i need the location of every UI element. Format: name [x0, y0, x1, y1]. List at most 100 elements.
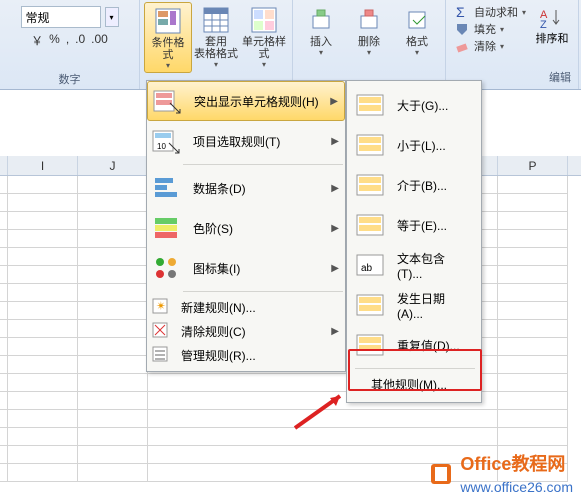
manage-rules-item[interactable]: 管理规则(R)...: [147, 343, 345, 367]
clear-rules-item[interactable]: 清除规则(C) ▶: [147, 319, 345, 343]
column-header-i[interactable]: I: [8, 156, 78, 175]
date-occurring-label: 发生日期(A)...: [397, 290, 461, 321]
number-format-combo[interactable]: 常规: [21, 6, 101, 28]
format-button[interactable]: 格式 ▾: [393, 2, 441, 59]
column-header-p[interactable]: P: [498, 156, 568, 175]
equal-to-label: 等于(E)...: [397, 217, 447, 234]
watermark: Office教程网 www.office26.com: [428, 450, 573, 497]
text-contains-item[interactable]: ab 文本包含(T)...: [351, 245, 477, 285]
conditional-formatting-icon: [152, 5, 184, 37]
svg-text:Σ: Σ: [456, 4, 465, 20]
submenu-arrow-icon: ▶: [331, 183, 339, 194]
format-as-table-label: 套用 表格格式: [194, 36, 238, 60]
format-label: 格式: [406, 36, 428, 48]
text-contains-icon: ab: [355, 249, 387, 281]
between-item[interactable]: 介于(B)...: [351, 165, 477, 205]
between-label: 介于(B)...: [397, 177, 447, 194]
chevron-down-icon: ▾: [367, 48, 371, 57]
chevron-down-icon: ▾: [522, 8, 526, 17]
sort-filter-button[interactable]: AZ 排序和: [530, 2, 574, 46]
svg-text:10: 10: [157, 142, 166, 151]
new-rule-label: 新建规则(N)...: [181, 299, 256, 316]
watermark-suffix: 教程网: [511, 454, 565, 474]
equal-to-item[interactable]: 等于(E)...: [351, 205, 477, 245]
editing-group: Σ 自动求和 ▾ 填充 ▾ 清除 ▾ AZ 排序和 编辑: [446, 0, 579, 89]
more-rules-label: 其他规则(M)...: [371, 376, 447, 393]
submenu-arrow-icon: ▶: [330, 96, 338, 107]
clear-rules-icon: [151, 321, 171, 341]
currency-icon[interactable]: ￥: [31, 32, 43, 49]
delete-button[interactable]: 删除 ▾: [345, 2, 393, 59]
duplicate-values-item[interactable]: 重复值(D)...: [351, 325, 477, 365]
insert-button[interactable]: 插入 ▾: [297, 2, 345, 59]
sort-filter-label: 排序和: [536, 30, 569, 46]
cell-styles-button[interactable]: 单元格样式 ▾: [240, 2, 288, 73]
highlight-rules-label: 突出显示单元格规则(H): [194, 93, 319, 110]
chevron-down-icon: ▾: [166, 61, 170, 70]
chevron-down-icon: ▾: [415, 48, 419, 57]
less-than-item[interactable]: 小于(L)...: [351, 125, 477, 165]
cell-styles-icon: [248, 4, 280, 36]
format-icon: [401, 4, 433, 36]
autosum-button[interactable]: Σ 自动求和 ▾: [454, 4, 526, 20]
editing-group-label: 编辑: [549, 69, 571, 87]
increase-decimal-icon[interactable]: .0: [75, 32, 85, 49]
date-icon: [355, 289, 387, 321]
menu-separator: [355, 368, 475, 369]
data-bars-item[interactable]: 数据条(D) ▶: [147, 168, 345, 208]
percent-icon[interactable]: %: [49, 32, 60, 49]
svg-text:✴: ✴: [156, 299, 166, 313]
more-rules-item[interactable]: 其他规则(M)...: [351, 372, 477, 396]
chevron-down-icon: ▾: [500, 25, 504, 34]
svg-text:ab: ab: [361, 263, 373, 274]
greater-than-icon: [355, 89, 387, 121]
greater-than-item[interactable]: 大于(G)...: [351, 85, 477, 125]
insert-label: 插入: [310, 36, 332, 48]
format-as-table-button[interactable]: 套用 表格格式 ▾: [192, 2, 240, 73]
data-bars-icon: [151, 172, 183, 204]
conditional-formatting-button[interactable]: 条件格式 ▾: [144, 2, 192, 73]
fill-button[interactable]: 填充 ▾: [454, 21, 526, 37]
chevron-down-icon: ▾: [262, 60, 266, 69]
submenu-arrow-icon: ▶: [331, 326, 339, 337]
cell-styles-label: 单元格样式: [242, 36, 286, 60]
color-scales-icon: [151, 212, 183, 244]
between-icon: [355, 169, 387, 201]
clear-label: 清除: [474, 38, 496, 54]
fill-label: 填充: [474, 21, 496, 37]
fill-icon: [454, 21, 470, 37]
new-rule-item[interactable]: ✴ 新建规则(N)...: [147, 295, 345, 319]
manage-rules-label: 管理规则(R)...: [181, 347, 256, 364]
icon-sets-item[interactable]: 图标集(I) ▶: [147, 248, 345, 288]
highlight-cells-rules-item[interactable]: 突出显示单元格规则(H) ▶: [147, 81, 345, 121]
watermark-brand: Office: [460, 454, 511, 474]
watermark-url: www.office26.com: [460, 479, 573, 495]
styles-group: 条件格式 ▾ 套用 表格格式 ▾ 单元格样式 ▾: [140, 0, 293, 89]
delete-label: 删除: [358, 36, 380, 48]
duplicate-values-label: 重复值(D)...: [397, 337, 460, 354]
conditional-formatting-menu: 突出显示单元格规则(H) ▶ 10 项目选取规则(T) ▶ 数据条(D) ▶ 色…: [146, 80, 346, 372]
highlight-rules-submenu: 大于(G)... 小于(L)... 介于(B)... 等于(E)... ab 文…: [346, 80, 482, 403]
ribbon: 常规 ▾ ￥ % , .0 .00 数字 条件格式 ▾: [0, 0, 581, 90]
color-scales-label: 色阶(S): [193, 220, 233, 237]
column-header-j[interactable]: J: [78, 156, 148, 175]
comma-icon[interactable]: ,: [66, 32, 69, 49]
number-format-dropdown[interactable]: ▾: [105, 7, 119, 27]
duplicate-icon: [355, 329, 387, 361]
data-bars-label: 数据条(D): [193, 180, 246, 197]
office-logo-icon: [428, 461, 454, 487]
chevron-down-icon: ▾: [214, 60, 218, 69]
top-bottom-rules-item[interactable]: 10 项目选取规则(T) ▶: [147, 121, 345, 161]
autosum-label: 自动求和: [474, 4, 518, 20]
clear-button[interactable]: 清除 ▾: [454, 38, 526, 54]
number-format-value: 常规: [26, 9, 50, 26]
date-occurring-item[interactable]: 发生日期(A)...: [351, 285, 477, 325]
decrease-decimal-icon[interactable]: .00: [91, 32, 108, 49]
top-bottom-label: 项目选取规则(T): [193, 133, 280, 150]
conditional-formatting-label: 条件格式: [147, 37, 189, 61]
icon-sets-label: 图标集(I): [193, 260, 240, 277]
submenu-arrow-icon: ▶: [331, 223, 339, 234]
insert-icon: [305, 4, 337, 36]
chevron-down-icon: ▾: [500, 42, 504, 51]
color-scales-item[interactable]: 色阶(S) ▶: [147, 208, 345, 248]
